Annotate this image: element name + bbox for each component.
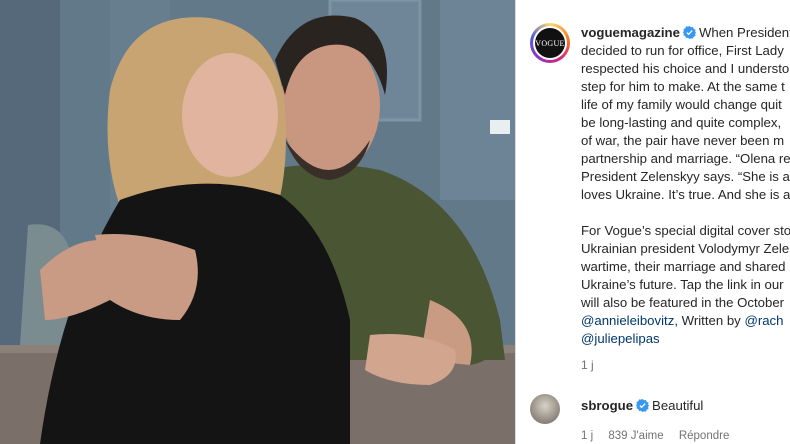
caption-line: step for him to make. At the same t: [581, 79, 785, 94]
comment-likes[interactable]: 839 J'aime: [608, 430, 663, 442]
commenter-username[interactable]: sbrogue: [581, 398, 633, 413]
comment: sbrogue Beautiful: [581, 398, 703, 413]
comment-meta: 1 j 839 J'aime Répondre: [581, 430, 741, 442]
caption-line: life of my family would change quit: [581, 97, 782, 112]
reply-button[interactable]: Répondre: [679, 430, 730, 442]
caption-text: , Written by: [674, 313, 745, 328]
comment-timestamp[interactable]: 1 j: [581, 430, 593, 442]
caption-line: Ukrainian president Volodymyr Zele: [581, 241, 790, 256]
caption-line: When President: [698, 25, 790, 40]
mention-link[interactable]: @rach: [744, 313, 783, 328]
verified-badge-icon: [682, 26, 696, 39]
caption-line: be long-lasting and quite complex,: [581, 115, 782, 130]
caption-line: President Zelenskyy says. “She is als: [581, 169, 790, 184]
caption-line: will also be featured in the October: [581, 295, 785, 310]
comment-text: Beautiful: [652, 398, 704, 413]
post-author-username[interactable]: voguemagazine: [581, 25, 680, 40]
caption-line: For Vogue’s special digital cover sto: [581, 223, 790, 238]
verified-badge-icon: [636, 399, 650, 412]
post-caption: voguemagazine When President decided to r…: [581, 24, 790, 348]
caption-line: decided to run for office, First Lady: [581, 43, 784, 58]
caption-line: of war, the pair have never been m: [581, 133, 785, 148]
caption-line: partnership and marriage. “Olena re: [581, 151, 790, 166]
post-timestamp[interactable]: 1 j: [581, 358, 594, 372]
commenter-avatar[interactable]: [530, 394, 560, 424]
mention-link[interactable]: @juliepelipas: [581, 331, 660, 346]
post-photo[interactable]: [0, 0, 515, 444]
caption-line: wartime, their marriage and shared: [581, 259, 786, 274]
post-photo-illustration: [0, 0, 515, 444]
vogue-logo: VOGUE: [535, 28, 565, 58]
mention-link[interactable]: @annieleibovitz: [581, 313, 674, 328]
post-author-avatar[interactable]: VOGUE: [530, 23, 570, 63]
caption-line: respected his choice and I understo: [581, 61, 790, 76]
post-side-panel: VOGUE voguemagazine When President decide…: [515, 0, 790, 444]
caption-line: Ukraine’s future. Tap the link in our: [581, 277, 784, 292]
caption-line: loves Ukraine. It’s true. And she is a: [581, 187, 790, 202]
